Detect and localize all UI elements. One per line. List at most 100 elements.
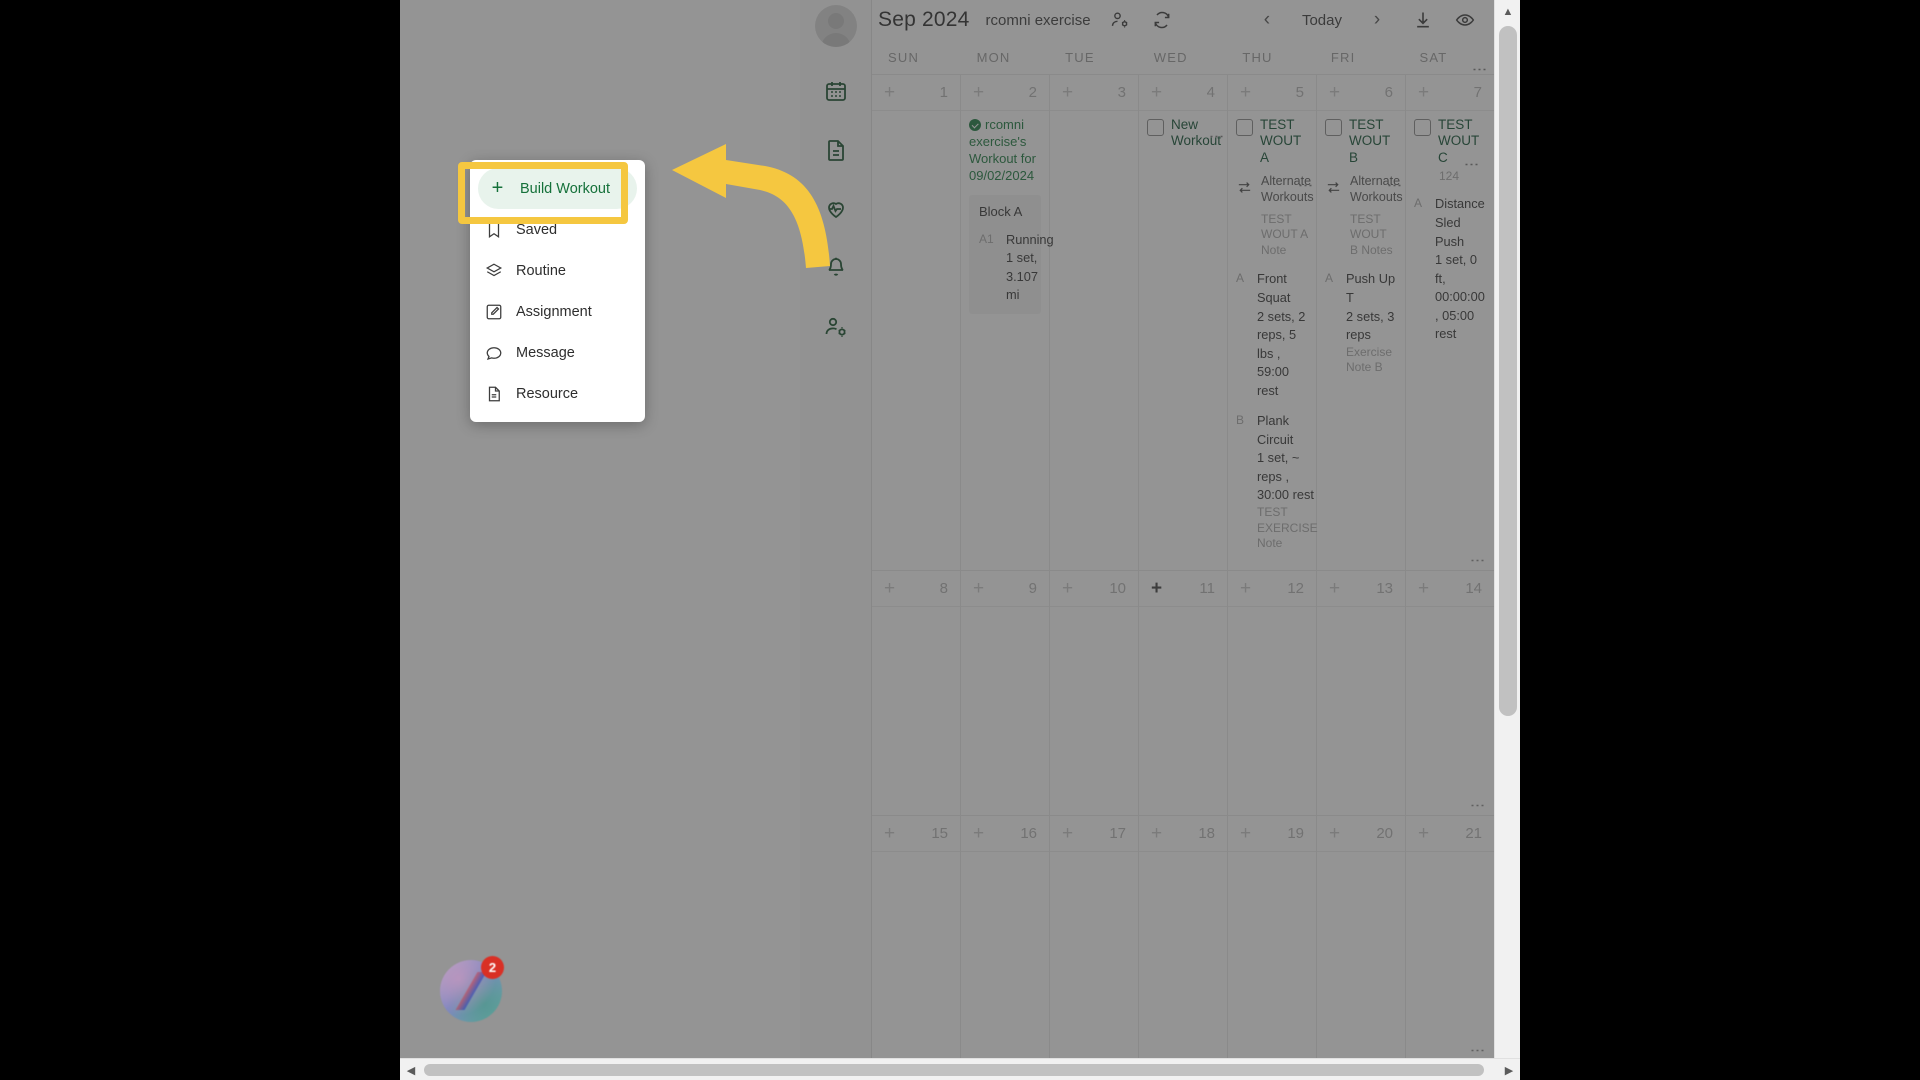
day-header: +7	[1406, 75, 1494, 111]
scroll-up-arrow[interactable]: ▲	[1495, 0, 1520, 24]
add-workout-button[interactable]: +	[973, 83, 984, 102]
calendar-day-cell[interactable]: +12	[1228, 570, 1317, 815]
calendar-day-cell[interactable]: +13	[1317, 570, 1406, 815]
add-workout-button[interactable]: +	[1329, 579, 1340, 598]
heart-pulse-icon[interactable]	[816, 189, 856, 229]
calendar-day-cell[interactable]: +21 ⋮	[1406, 816, 1494, 1060]
workout-checkbox[interactable]	[1147, 119, 1164, 136]
popup-item-resource[interactable]: Resource	[470, 373, 645, 414]
card-options-kebab[interactable]: ⋮	[1208, 129, 1225, 144]
calendar-day-cell[interactable]: +5 TEST WOUT A Alternate Workouts ⋮ TEST WOU…	[1228, 75, 1318, 570]
popup-item-saved[interactable]: Saved	[470, 209, 645, 250]
calendar-day-cell[interactable]: +8	[872, 570, 961, 815]
add-workout-button[interactable]: +	[1418, 579, 1429, 598]
calendar-day-cell[interactable]: +3	[1050, 75, 1139, 570]
calendar-day-cell[interactable]: +20	[1317, 815, 1406, 1060]
popup-item-routine[interactable]: Routine	[470, 250, 645, 291]
calendar-day-cell[interactable]: +16	[961, 815, 1050, 1060]
calendar-day-cell[interactable]: +17	[1050, 815, 1139, 1060]
today-button[interactable]: Today	[1288, 8, 1356, 33]
calendar-icon[interactable]	[816, 71, 856, 111]
day-header: +5	[1228, 75, 1316, 111]
avatar[interactable]	[814, 5, 857, 47]
horizontal-scrollbar[interactable]: ◀ ▶	[400, 1058, 1520, 1080]
calendar-week-row: +8 +9 +10 +11 +12 +13 +14 ⋮	[872, 570, 1494, 816]
add-workout-button[interactable]: +	[884, 83, 895, 102]
calendar-day-cell[interactable]: +9	[961, 570, 1050, 815]
block-name: Block A	[979, 203, 1023, 219]
add-workout-button[interactable]: +	[1418, 824, 1429, 843]
add-workout-button[interactable]: +	[1418, 83, 1429, 102]
horizontal-scroll-thumb[interactable]	[424, 1064, 1484, 1076]
calendar-day-cell[interactable]: +1	[872, 75, 961, 570]
calendar-day-cell[interactable]: +11	[1139, 570, 1228, 815]
popup-item-message[interactable]: Message	[470, 332, 645, 373]
calendar-day-cell[interactable]: +7 TEST WOUT C 124 ⋮ A Distance Sled Push 1 se…	[1406, 75, 1494, 570]
workout-card[interactable]: TEST WOUT C 124 ⋮ A Distance Sled Push 1 set,…	[1414, 117, 1486, 344]
card-options-kebab[interactable]: ⋮	[1471, 62, 1488, 77]
scroll-right-arrow[interactable]: ▶	[1498, 1059, 1520, 1080]
user-settings-icon[interactable]	[1107, 7, 1133, 33]
add-workout-button[interactable]: +	[884, 824, 895, 843]
week-options-kebab[interactable]: ⋮	[1469, 553, 1486, 568]
day-header: +8	[872, 571, 960, 607]
bell-icon[interactable]	[816, 248, 856, 288]
calendar-day-cell[interactable]: +15	[872, 815, 961, 1060]
add-workout-button[interactable]: +	[1062, 579, 1073, 598]
card-options-kebab[interactable]: ⋮	[1386, 178, 1403, 193]
add-workout-button[interactable]: +	[884, 579, 895, 598]
add-workout-button[interactable]: +	[1329, 824, 1340, 843]
left-icon-rail	[800, 0, 872, 1080]
workout-checkbox[interactable]	[1325, 119, 1342, 136]
app-launcher-icon[interactable]: 2	[440, 956, 504, 1022]
prev-month-button[interactable]: ‹	[1250, 5, 1284, 35]
add-workout-button[interactable]: +	[973, 824, 984, 843]
weekday-header: SUN MON TUE WED THU FRI SAT	[872, 40, 1494, 74]
workout-card[interactable]: TEST WOUT B Alternate Workouts ⋮ TEST WOUT …	[1325, 117, 1403, 376]
scroll-left-arrow[interactable]: ◀	[400, 1059, 422, 1080]
workout-checkbox[interactable]	[1414, 119, 1431, 136]
add-workout-button[interactable]: +	[973, 579, 984, 598]
calendar-day-cell[interactable]: +2 rcomni exercise's Workout for 09/02/20…	[961, 62, 1488, 570]
card-options-kebab[interactable]: ⋮	[1463, 157, 1480, 172]
add-workout-button[interactable]: +	[1151, 579, 1162, 598]
day-number: 17	[1109, 824, 1126, 842]
refresh-icon[interactable]	[1149, 7, 1175, 33]
alternate-workouts-row[interactable]: Alternate Workouts ⋮	[1325, 174, 1403, 205]
day-body	[872, 607, 960, 815]
add-workout-button[interactable]: +	[1062, 824, 1073, 843]
exercise-detail: Plank Circuit 1 set, ~ reps , 30:00 rest T…	[1257, 412, 1318, 552]
calendar-day-cell[interactable]: +4 New Workout ⋮	[1139, 75, 1228, 570]
calendar-day-cell[interactable]: +19	[1228, 815, 1317, 1060]
add-workout-button[interactable]: +	[1062, 83, 1073, 102]
vertical-scrollbar[interactable]: ▲ ▼	[1494, 0, 1520, 1080]
vertical-scroll-thumb[interactable]	[1499, 26, 1517, 716]
day-body	[1406, 607, 1494, 794]
popup-item-assignment[interactable]: Assignment	[470, 291, 645, 332]
calendar-day-cell[interactable]: +10	[1050, 570, 1139, 815]
week-options-kebab[interactable]: ⋮	[1469, 798, 1486, 813]
add-workout-button[interactable]: +	[1329, 83, 1340, 102]
eye-icon[interactable]	[1452, 7, 1478, 33]
calendar-day-cell[interactable]: +18	[1139, 815, 1228, 1060]
document-icon[interactable]	[816, 130, 856, 170]
alternate-workouts-row[interactable]: Alternate Workouts ⋮	[1236, 174, 1314, 205]
next-month-button[interactable]: ›	[1360, 5, 1394, 35]
add-workout-button[interactable]: +	[1240, 824, 1251, 843]
week-options-kebab[interactable]: ⋮	[1469, 1043, 1486, 1058]
add-workout-button[interactable]: +	[1240, 83, 1251, 102]
calendar-day-cell[interactable]: +6 TEST WOUT B Alternate Workouts ⋮ TEST WOU…	[1317, 75, 1406, 570]
workout-checkbox[interactable]	[1236, 119, 1253, 136]
add-workout-button[interactable]: +	[1240, 579, 1251, 598]
edit-icon	[484, 303, 503, 321]
card-options-kebab[interactable]: ⋮	[1297, 178, 1314, 193]
workout-card[interactable]: TEST WOUT A Alternate Workouts ⋮ TEST WOUT …	[1236, 117, 1318, 552]
popup-item-build-workout[interactable]: + Build Workout	[478, 168, 637, 209]
workout-card[interactable]: New Workout ⋮	[1147, 117, 1225, 150]
workout-card[interactable]: rcomni exercise's Workout for 09/02/2024…	[969, 62, 1488, 314]
calendar-day-cell[interactable]: +14 ⋮	[1406, 571, 1494, 815]
download-icon[interactable]	[1410, 7, 1436, 33]
user-settings-icon[interactable]	[816, 307, 856, 347]
add-workout-button[interactable]: +	[1151, 824, 1162, 843]
add-workout-button[interactable]: +	[1151, 83, 1162, 102]
